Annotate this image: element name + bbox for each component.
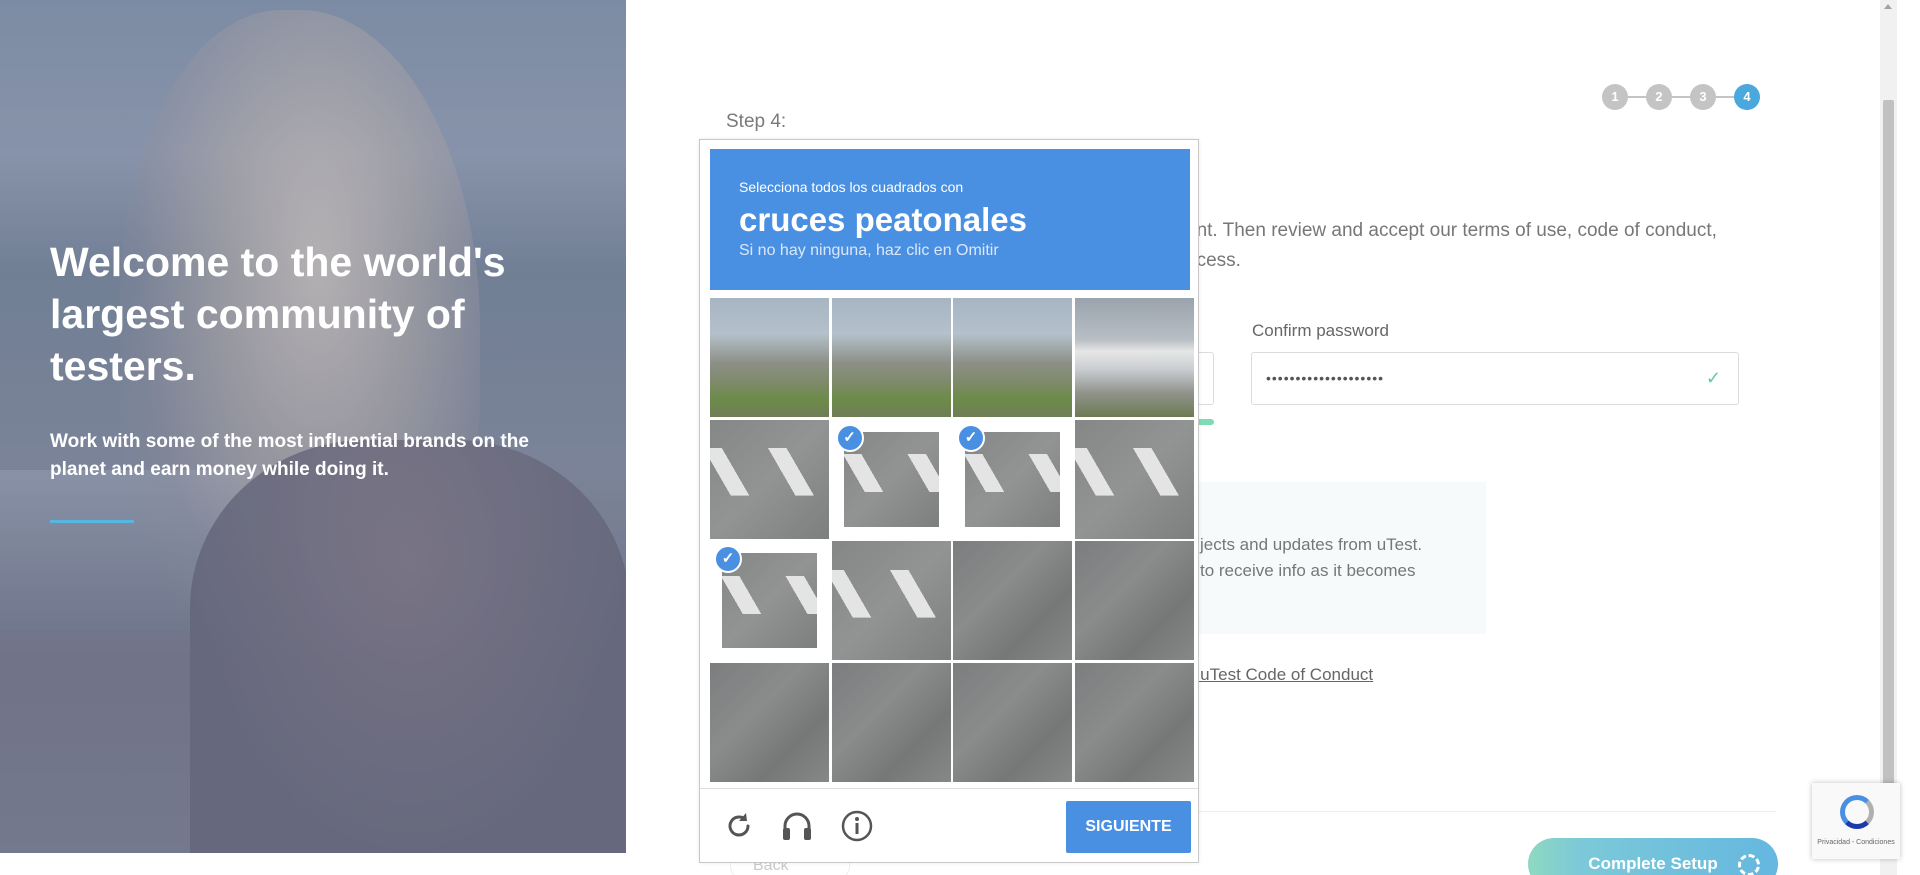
step-connector (1714, 96, 1736, 98)
hero-divider (50, 520, 134, 523)
step-indicator: 1 2 3 4 (1602, 84, 1762, 112)
scrollbar-thumb[interactable] (1883, 100, 1894, 800)
next-button[interactable]: SIGUIENTE (1066, 801, 1191, 853)
hero-panel: Welcome to the world's largest community… (0, 0, 626, 853)
newsletter-line-2: to receive info as it becomes (1200, 561, 1416, 580)
recaptcha-logo-icon (1840, 795, 1874, 829)
step-2: 2 (1646, 84, 1672, 110)
complete-setup-button[interactable]: Complete Setup (1528, 838, 1778, 875)
captcha-tile[interactable] (953, 298, 1072, 417)
tile-image (1074, 298, 1194, 417)
headphones-icon[interactable] (780, 809, 814, 843)
checkmark-icon: ✓ (835, 423, 864, 452)
step-1: 1 (1602, 84, 1628, 110)
captcha-tile[interactable]: ✓ (710, 541, 829, 660)
captcha-tile[interactable] (831, 662, 951, 782)
hero-subtitle: Work with some of the most influential b… (50, 431, 529, 480)
checkmark-icon: ✓ (957, 423, 985, 452)
newsletter-text: jects and updates from uTest. to receive… (1200, 532, 1440, 584)
page: Welcome to the world's largest community… (0, 0, 1920, 875)
tile-image (953, 662, 1072, 782)
captcha-challenge: Selecciona todos los cuadrados con cruce… (699, 139, 1199, 863)
recaptcha-badge[interactable]: Privacidad - Condiciones (1812, 783, 1900, 859)
step-connector (1670, 96, 1692, 98)
tile-image (1074, 419, 1194, 539)
captcha-target: cruces peatonales (739, 201, 1027, 238)
tile-image (1074, 662, 1194, 782)
tile-image (831, 662, 951, 782)
step-4-active: 4 (1734, 84, 1760, 110)
check-icon: ✓ (1705, 368, 1722, 388)
spinner-icon (1738, 854, 1760, 875)
reload-icon[interactable] (722, 809, 756, 843)
newsletter-line-1: jects and updates from uTest. (1200, 535, 1423, 554)
tile-image (710, 298, 829, 417)
captcha-footer: SIGUIENTE (700, 788, 1198, 862)
tile-image (710, 662, 829, 782)
tile-image (953, 541, 1072, 660)
step-3: 3 (1690, 84, 1716, 110)
captcha-hint: Si no hay ninguna, haz clic en Omitir (739, 242, 999, 259)
recaptcha-privacy-text[interactable]: Privacidad - Condiciones (1812, 839, 1900, 846)
captcha-tile[interactable] (953, 662, 1072, 782)
tile-image (831, 541, 951, 660)
step-label: Step 4: (726, 111, 787, 132)
captcha-tile[interactable] (1074, 662, 1194, 782)
footer-divider (1186, 811, 1776, 812)
captcha-tile[interactable] (1074, 541, 1194, 660)
captcha-tile[interactable] (710, 419, 829, 539)
tile-image (710, 419, 829, 539)
info-icon[interactable] (840, 809, 874, 843)
hero-overlay (0, 0, 626, 853)
tile-image (831, 298, 951, 417)
captcha-tile[interactable] (953, 541, 1072, 660)
code-of-conduct-link[interactable]: e uTest Code of Conduct (1186, 665, 1373, 685)
captcha-tile[interactable]: ✓ (832, 420, 951, 539)
checkmark-icon: ✓ (714, 545, 742, 573)
complete-setup-label: Complete Setup (1588, 854, 1718, 873)
intro-line-1: unt. Then review and accept our terms of… (1186, 220, 1717, 241)
hero-title: Welcome to the world's largest community… (50, 239, 506, 389)
captcha-tile[interactable]: ✓ (953, 420, 1072, 539)
captcha-tile[interactable] (710, 662, 829, 782)
captcha-header: Selecciona todos los cuadrados con cruce… (710, 149, 1190, 290)
step-connector (1626, 96, 1648, 98)
intro-text: unt. Then review and accept our terms of… (1186, 216, 1766, 276)
captcha-tile-grid: ✓ ✓ ✓ (710, 298, 1194, 782)
confirm-password-field[interactable]: •••••••••••••••••••• ✓ (1251, 352, 1739, 405)
confirm-password-value: •••••••••••••••••••• (1266, 370, 1385, 386)
captcha-tile[interactable] (831, 298, 951, 417)
captcha-instruction: Selecciona todos los cuadrados con (739, 179, 964, 195)
confirm-password-label: Confirm password (1252, 321, 1389, 340)
intro-line-2: ocess. (1186, 250, 1241, 271)
captcha-tile[interactable] (710, 298, 829, 417)
tile-image (1074, 541, 1194, 660)
captcha-tile[interactable] (1074, 419, 1194, 539)
captcha-tile[interactable] (1074, 298, 1194, 417)
captcha-tile[interactable] (831, 541, 951, 660)
tile-image (953, 298, 1072, 417)
scroll-up-arrow-icon[interactable] (1884, 4, 1892, 9)
